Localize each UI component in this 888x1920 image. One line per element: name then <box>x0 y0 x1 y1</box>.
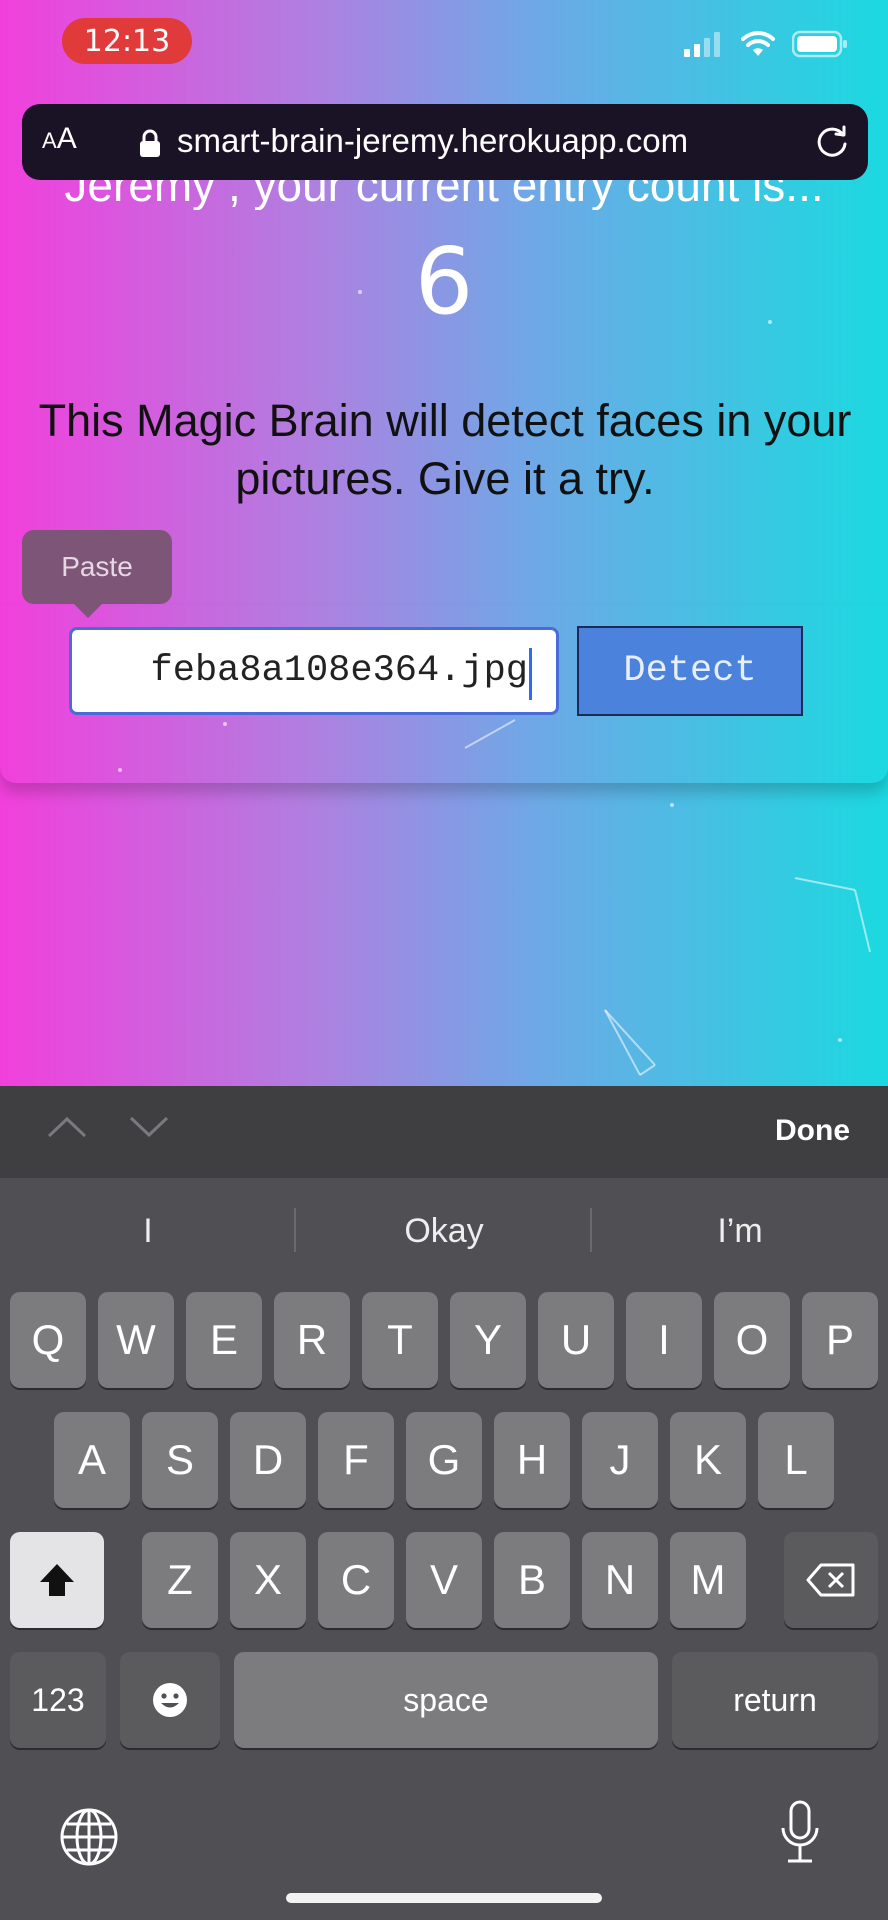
key-u[interactable]: U <box>538 1292 614 1388</box>
globe-icon[interactable] <box>58 1806 120 1868</box>
done-button[interactable]: Done <box>775 1114 850 1148</box>
key-s[interactable]: S <box>142 1412 218 1508</box>
page-description: This Magic Brain will detect faces in yo… <box>38 395 852 504</box>
key-c[interactable]: C <box>318 1532 394 1628</box>
emoji-icon <box>153 1683 187 1717</box>
key-f[interactable]: F <box>318 1412 394 1508</box>
suggestion-2[interactable]: Okay <box>296 1212 592 1251</box>
key-a[interactable]: A <box>54 1412 130 1508</box>
wifi-icon <box>741 31 775 56</box>
entry-count: 6 <box>414 228 474 335</box>
suggestion-1[interactable]: I <box>0 1212 296 1251</box>
numbers-key[interactable]: 123 <box>10 1652 106 1748</box>
shift-key[interactable] <box>10 1532 104 1628</box>
suggestion-bar: I Okay I’m <box>0 1178 888 1288</box>
address-bar[interactable]: AA smart-brain-jeremy.herokuapp.com <box>22 104 868 180</box>
key-k[interactable]: K <box>670 1412 746 1508</box>
key-v[interactable]: V <box>406 1532 482 1628</box>
image-url-input[interactable]: feba8a108e364.jpg <box>69 627 559 715</box>
keyboard-accessory-bar: Done <box>0 1086 888 1178</box>
backspace-icon <box>806 1563 855 1597</box>
key-l[interactable]: L <box>758 1412 834 1508</box>
image-url-value: feba8a108e364.jpg <box>150 650 528 692</box>
url-text[interactable]: smart-brain-jeremy.herokuapp.com <box>177 122 688 160</box>
key-b[interactable]: B <box>494 1532 570 1628</box>
key-j[interactable]: J <box>582 1412 658 1508</box>
key-q[interactable]: Q <box>10 1292 86 1388</box>
key-m[interactable]: M <box>670 1532 746 1628</box>
paste-menu-pointer <box>72 602 104 618</box>
entry-count-header: Jeremy , your current entry count is... <box>0 180 888 210</box>
key-t[interactable]: T <box>362 1292 438 1388</box>
key-e[interactable]: E <box>186 1292 262 1388</box>
status-icons <box>684 30 848 58</box>
reload-icon[interactable] <box>812 122 852 162</box>
paste-menu-item[interactable]: Paste <box>22 530 172 604</box>
key-w[interactable]: W <box>98 1292 174 1388</box>
home-indicator[interactable] <box>286 1893 602 1903</box>
space-key[interactable]: space <box>234 1652 658 1748</box>
status-bar: 12:13 <box>0 0 888 100</box>
key-o[interactable]: O <box>714 1292 790 1388</box>
shift-icon <box>40 1564 74 1596</box>
key-h[interactable]: H <box>494 1412 570 1508</box>
key-d[interactable]: D <box>230 1412 306 1508</box>
detect-button[interactable]: Detect <box>577 626 803 716</box>
text-size-button[interactable]: AA <box>42 122 77 156</box>
battery-icon <box>792 30 847 58</box>
key-p[interactable]: P <box>802 1292 878 1388</box>
key-i[interactable]: I <box>626 1292 702 1388</box>
key-g[interactable]: G <box>406 1412 482 1508</box>
key-z[interactable]: Z <box>142 1532 218 1628</box>
signal-icon <box>684 32 720 57</box>
microphone-icon[interactable] <box>780 1800 820 1866</box>
chevron-down-icon[interactable] <box>128 1114 170 1140</box>
status-time: 12:13 <box>62 18 192 64</box>
key-r[interactable]: R <box>274 1292 350 1388</box>
key-x[interactable]: X <box>230 1532 306 1628</box>
return-key[interactable]: return <box>672 1652 878 1748</box>
suggestion-3[interactable]: I’m <box>592 1212 888 1251</box>
key-y[interactable]: Y <box>450 1292 526 1388</box>
backspace-key[interactable] <box>784 1532 878 1628</box>
chevron-up-icon[interactable] <box>46 1114 88 1140</box>
entry-count-label: Jeremy , your current entry count is... <box>64 180 824 210</box>
lock-icon <box>140 129 160 157</box>
text-caret <box>529 648 532 700</box>
key-n[interactable]: N <box>582 1532 658 1628</box>
emoji-key[interactable] <box>120 1652 220 1748</box>
